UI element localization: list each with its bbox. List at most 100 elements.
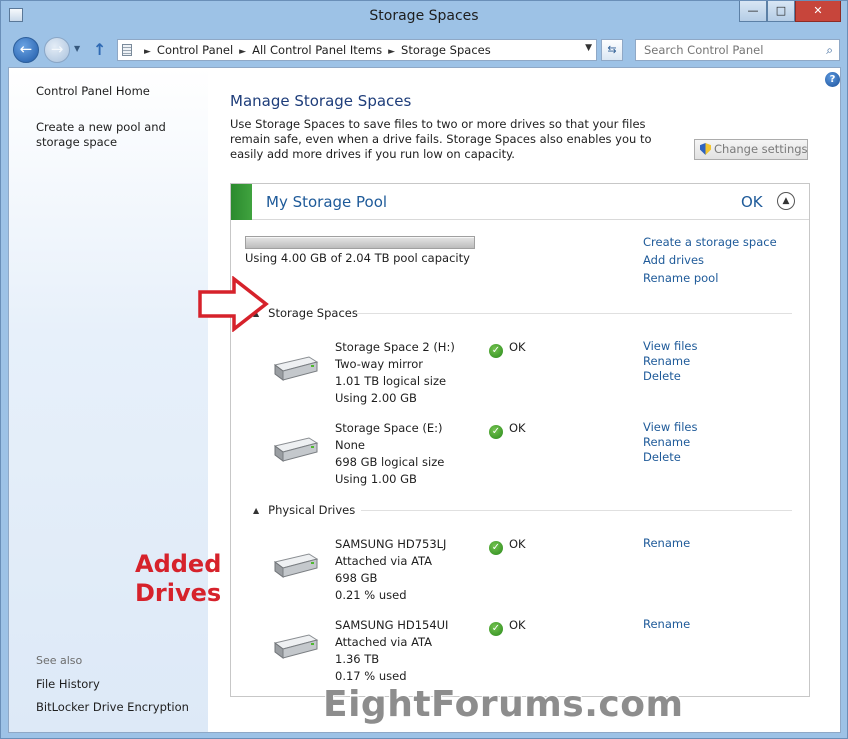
create-pool-link[interactable]: Create a new pool and storage space <box>36 120 204 150</box>
breadcrumb-separator-icon[interactable]: ► <box>239 47 246 57</box>
up-arrow-icon: ↑ <box>93 40 107 59</box>
search-input[interactable] <box>644 41 819 59</box>
ok-check-icon: ✓ <box>489 541 503 555</box>
storage-pool-panel: My Storage Pool OK ▲ Using 4.00 GB of 2.… <box>230 183 810 697</box>
section-divider <box>361 510 792 511</box>
physical-drive-status: ✓ OK <box>489 617 526 636</box>
hard-drive-icon <box>273 437 319 462</box>
storage-space-status: ✓ OK <box>489 339 526 358</box>
physical-drive-size: 1.36 TB <box>335 652 380 666</box>
storage-space-status-text: OK <box>509 340 526 354</box>
bitlocker-link[interactable]: BitLocker Drive Encryption <box>36 700 189 715</box>
pool-capacity-text: Using 4.00 GB of 2.04 TB pool capacity <box>245 251 470 265</box>
up-button[interactable]: ↑ <box>93 40 106 59</box>
physical-drives-section-label: Physical Drives <box>268 503 356 517</box>
storage-space-resiliency: None <box>335 438 366 452</box>
hard-drive-icon <box>273 356 319 381</box>
storage-space-size: 698 GB logical size <box>335 455 445 469</box>
breadcrumb-separator-icon[interactable]: ► <box>388 47 395 57</box>
page-title: Manage Storage Spaces <box>230 92 412 110</box>
content-area: Control Panel Home Create a new pool and… <box>8 67 841 733</box>
breadcrumb: ► Control Panel ► All Control Panel Items ► S… <box>138 43 491 57</box>
storage-space-size: 1.01 TB logical size <box>335 374 447 388</box>
storage-space-details: Storage Space (E:) None 698 GB logical s… <box>335 420 444 488</box>
watermark: EightForums.com <box>323 684 684 725</box>
ok-check-icon: ✓ <box>489 425 503 439</box>
close-button[interactable]: ✕ <box>795 1 841 22</box>
physical-drive-status-text: OK <box>509 537 526 551</box>
help-icon[interactable]: ? <box>825 72 840 87</box>
uac-shield-icon <box>700 143 711 155</box>
pool-status: OK <box>741 193 763 211</box>
create-storage-space-link[interactable]: Create a storage space <box>643 235 777 249</box>
storage-space-actions: View files Rename Delete <box>643 420 697 465</box>
storage-space-status-text: OK <box>509 421 526 435</box>
breadcrumb-control-panel[interactable]: Control Panel <box>157 43 233 57</box>
add-drives-link[interactable]: Add drives <box>643 253 704 267</box>
change-settings-label: Change settings <box>714 142 808 156</box>
window-title: Storage Spaces <box>369 8 479 24</box>
minimize-button[interactable]: — <box>739 1 767 22</box>
view-files-link[interactable]: View files <box>643 420 697 435</box>
window-controls: — □ ✕ <box>739 1 841 22</box>
physical-drive-used: 0.21 % used <box>335 588 407 602</box>
physical-drives-section-toggle[interactable]: ▲ Physical Drives <box>253 503 355 517</box>
recent-locations-dropdown[interactable]: ▼ <box>74 44 80 53</box>
physical-drive-size: 698 GB <box>335 571 378 585</box>
refresh-button[interactable]: ⇆ <box>601 39 623 61</box>
collapse-pool-button[interactable]: ▲ <box>777 192 795 210</box>
file-history-link[interactable]: File History <box>36 677 100 692</box>
view-files-link[interactable]: View files <box>643 339 697 354</box>
ok-check-icon: ✓ <box>489 622 503 636</box>
rename-link[interactable]: Rename <box>643 617 690 632</box>
rename-link[interactable]: Rename <box>643 354 697 369</box>
storage-space-status: ✓ OK <box>489 420 526 439</box>
back-arrow-icon: ← <box>19 40 33 58</box>
physical-drive-actions: Rename <box>643 536 690 551</box>
delete-link[interactable]: Delete <box>643 369 697 384</box>
breadcrumb-separator-icon[interactable]: ► <box>144 47 151 57</box>
physical-drive-attach: Attached via ATA <box>335 554 433 568</box>
storage-space-resiliency: Two-way mirror <box>335 357 424 371</box>
forward-arrow-icon: → <box>50 40 64 58</box>
physical-drive-used: 0.17 % used <box>335 669 407 683</box>
search-icon[interactable]: ⌕ <box>826 43 833 58</box>
storage-space-item: Storage Space 2 (H:) Two-way mirror 1.01… <box>231 339 809 417</box>
address-bar[interactable]: ► Control Panel ► All Control Panel Items ► S… <box>117 39 597 61</box>
back-button[interactable]: ← <box>13 37 39 63</box>
collapse-triangle-icon: ▲ <box>253 506 260 515</box>
rename-pool-link[interactable]: Rename pool <box>643 271 718 285</box>
title-bar: Storage Spaces — □ ✕ <box>1 1 847 33</box>
physical-drive-status-text: OK <box>509 618 526 632</box>
see-also-label: See also <box>36 654 83 667</box>
delete-link[interactable]: Delete <box>643 450 697 465</box>
sidebar: Control Panel Home Create a new pool and… <box>9 68 221 732</box>
breadcrumb-storage-spaces[interactable]: Storage Spaces <box>401 43 491 57</box>
hard-drive-icon <box>273 634 319 659</box>
storage-space-name: Storage Space 2 (H:) <box>335 340 455 354</box>
rename-link[interactable]: Rename <box>643 435 697 450</box>
page-description: Use Storage Spaces to save files to two … <box>230 117 652 161</box>
ok-check-icon: ✓ <box>489 344 503 358</box>
change-settings-button[interactable]: Change settings <box>694 139 808 160</box>
physical-drive-name: SAMSUNG HD753LJ <box>335 537 447 551</box>
hard-drive-icon <box>273 553 319 578</box>
forward-button[interactable]: → <box>44 37 70 63</box>
annotation-arrow-icon <box>198 276 269 332</box>
physical-drive-details: SAMSUNG HD753LJ Attached via ATA 698 GB … <box>335 536 446 604</box>
storage-space-details: Storage Space 2 (H:) Two-way mirror 1.01… <box>335 339 455 407</box>
main-panel: ? Manage Storage Spaces Use Storage Spac… <box>208 68 840 732</box>
physical-drive-status: ✓ OK <box>489 536 526 555</box>
control-panel-home-link[interactable]: Control Panel Home <box>36 84 150 99</box>
chevron-up-icon: ▲ <box>782 196 790 206</box>
maximize-button[interactable]: □ <box>767 1 795 22</box>
address-dropdown-icon[interactable]: ▼ <box>585 43 592 53</box>
pool-status-bar <box>231 184 252 220</box>
physical-drive-actions: Rename <box>643 617 690 632</box>
pool-capacity-bar <box>245 236 475 249</box>
rename-link[interactable]: Rename <box>643 536 690 551</box>
storage-space-used: Using 2.00 GB <box>335 391 417 405</box>
storage-space-item: Storage Space (E:) None 698 GB logical s… <box>231 420 809 498</box>
storage-spaces-section-label: Storage Spaces <box>268 306 358 320</box>
breadcrumb-all-items[interactable]: All Control Panel Items <box>252 43 382 57</box>
